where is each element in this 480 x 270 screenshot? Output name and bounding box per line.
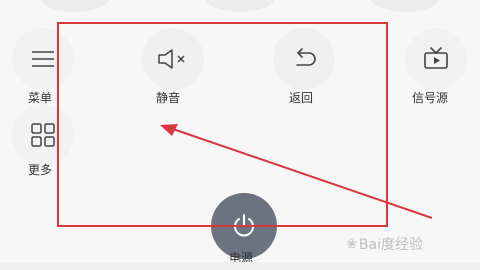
- menu-button[interactable]: [12, 28, 74, 90]
- partial-button[interactable]: [370, 0, 440, 12]
- watermark: ❀ Bai度经验: [346, 230, 466, 258]
- highlight-box: [57, 22, 388, 227]
- menu-icon: [32, 51, 54, 67]
- tv-source-icon: [424, 47, 448, 69]
- source-button[interactable]: [405, 28, 467, 90]
- back-button[interactable]: [273, 28, 335, 90]
- mute-icon: [158, 49, 185, 69]
- back-icon: [296, 48, 316, 66]
- more-label: 更多: [28, 163, 53, 177]
- mute-button[interactable]: [142, 28, 204, 90]
- bottom-bar: [0, 262, 480, 270]
- paw-logo-icon: ❀: [346, 236, 357, 252]
- partial-button[interactable]: [205, 0, 275, 12]
- power-icon: [234, 214, 254, 237]
- more-button[interactable]: [12, 104, 74, 166]
- source-label: 信号源: [412, 91, 449, 105]
- back-label: 返回: [289, 91, 314, 105]
- partial-button[interactable]: [40, 0, 110, 12]
- watermark-text: Bai度经验: [358, 237, 423, 253]
- mute-label: 静音: [156, 91, 181, 105]
- top-controls-strip: [0, 0, 480, 14]
- grid-icon: [31, 123, 55, 147]
